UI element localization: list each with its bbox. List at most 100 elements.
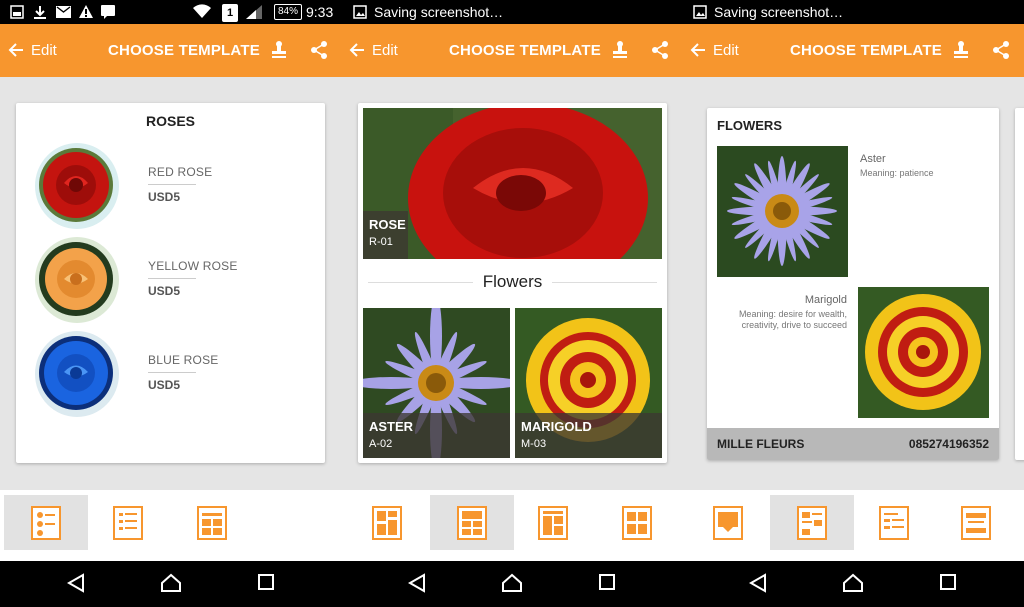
arrow-left-icon [8,43,23,57]
nav-home-icon[interactable] [160,573,182,593]
template-text-icon [879,505,909,540]
screenshot-icon [693,5,707,19]
signal-icon [246,5,262,19]
template-split-icon [372,505,402,540]
yellow-rose-image [35,237,119,323]
template-blocks-icon [622,505,652,540]
notification-icon [10,5,24,19]
tab-template-2[interactable] [430,495,514,550]
share-icon[interactable] [992,40,1010,60]
template-mosaic-icon [538,505,568,540]
tab-template-3[interactable] [511,495,595,550]
item-meaning: Meaning: patience [860,168,934,178]
nav-recents-icon[interactable] [598,573,616,591]
system-nav-bar [682,561,1024,607]
item-meaning: Meaning: desire for wealth, creativity, … [738,309,847,330]
hero-tile[interactable]: ROSE R-01 [363,108,662,259]
tab-template-1[interactable] [686,495,770,550]
back-button[interactable]: Edit [349,38,398,62]
tab-template-2[interactable] [86,495,170,550]
nav-back-icon[interactable] [407,573,427,593]
next-card-peek[interactable] [1015,108,1024,460]
stamp-icon[interactable] [952,40,970,60]
tab-template-1[interactable] [345,495,429,550]
download-icon [34,6,46,19]
system-nav-bar [341,561,682,607]
battery-indicator: 84% [274,4,302,20]
nav-home-icon[interactable] [501,573,523,593]
tile-label: MARIGOLD M-03 [515,413,662,458]
template-grid-icon [197,505,227,540]
tab-template-1[interactable] [4,495,88,550]
back-button[interactable]: Edit [8,38,57,62]
stamp-icon[interactable] [611,40,629,60]
back-label: Edit [31,41,57,59]
nav-home-icon[interactable] [842,573,864,593]
card-title: FLOWERS [717,118,782,133]
nav-recents-icon[interactable] [257,573,275,591]
tab-template-3[interactable] [170,495,254,550]
list-item[interactable]: RED ROSE USD5 [34,143,314,229]
template-preview: FLOWERS Aster Meaning: patience Marigold… [682,77,1024,490]
screen-panel-2: Saving screenshot… Edit CHOOSE TEMPLATE … [341,0,682,607]
template-grid-icon [457,505,487,540]
tab-template-4[interactable] [934,495,1018,550]
app-bar: Edit CHOOSE TEMPLATE [0,24,341,77]
share-icon[interactable] [310,40,328,60]
template-tab-bar [0,490,341,561]
card-title: ROSES [145,113,195,129]
marigold-tile[interactable]: MARIGOLD M-03 [515,308,662,458]
list-item: Aster Meaning: patience [860,153,990,179]
tile-label: ASTER A-02 [363,413,510,458]
tile-code: M-03 [521,438,547,450]
nav-recents-icon[interactable] [939,573,957,591]
clock: 9:33 [306,4,334,20]
tile-name: ASTER [369,419,414,434]
arrow-left-icon [349,43,364,57]
back-button[interactable]: Edit [690,38,739,62]
template-preview: ROSES RED ROSE USD5 YELLOW ROSE USD5 BLU… [0,77,341,490]
item-price: USD5 [148,284,181,298]
mail-icon [56,6,71,18]
footer-name: MILLE FLEURS [717,437,805,451]
app-bar: Edit CHOOSE TEMPLATE [682,24,1024,77]
flowers-list-card[interactable]: FLOWERS Aster Meaning: patience Marigold… [707,108,999,460]
flowers-grid-card[interactable]: ROSE R-01 Flowers ASTER A-02 MARIGOLD M-… [358,103,667,463]
tile-name: MARIGOLD [521,419,592,434]
item-name: Aster [860,153,886,165]
section-title: Flowers [482,272,543,291]
roses-card[interactable]: ROSES RED ROSE USD5 YELLOW ROSE USD5 BLU… [16,103,325,463]
aster-tile[interactable]: ASTER A-02 [363,308,510,458]
system-nav-bar [0,561,341,607]
back-label: Edit [713,41,739,59]
template-text-icon [113,505,143,540]
tab-template-2[interactable] [770,495,854,550]
list-item: Marigold Meaning: desire for wealth, cre… [722,294,847,331]
tab-template-3[interactable] [852,495,936,550]
tab-template-4[interactable] [595,495,679,550]
nav-back-icon[interactable] [748,573,768,593]
list-item[interactable]: BLUE ROSE USD5 [34,331,314,417]
share-icon[interactable] [651,40,669,60]
hero-label: ROSE R-01 [363,211,408,259]
screen-panel-1: 1 84% 9:33 Edit CHOOSE TEMPLATE ROSES RE… [0,0,341,607]
notification-text: Saving screenshot… [714,4,844,20]
tile-code: A-02 [369,438,393,450]
screenshot-icon [353,5,367,19]
list-item[interactable]: YELLOW ROSE USD5 [34,237,314,323]
page-title: CHOOSE TEMPLATE [449,42,601,59]
red-rose-image [35,143,119,229]
card-footer: MILLE FLEURS 085274196352 [707,428,999,460]
footer-phone: 085274196352 [908,437,989,451]
divider [552,281,658,283]
status-bar: Saving screenshot… [682,0,1024,24]
tile-name: ROSE [369,217,406,232]
nav-back-icon[interactable] [66,573,86,593]
template-card-icon [961,505,991,540]
stamp-icon[interactable] [270,40,288,60]
template-list-icon [31,505,61,540]
notification-text: Saving screenshot… [374,4,504,20]
template-list-icon [797,505,827,540]
page-title: CHOOSE TEMPLATE [108,42,260,59]
divider [368,281,473,283]
